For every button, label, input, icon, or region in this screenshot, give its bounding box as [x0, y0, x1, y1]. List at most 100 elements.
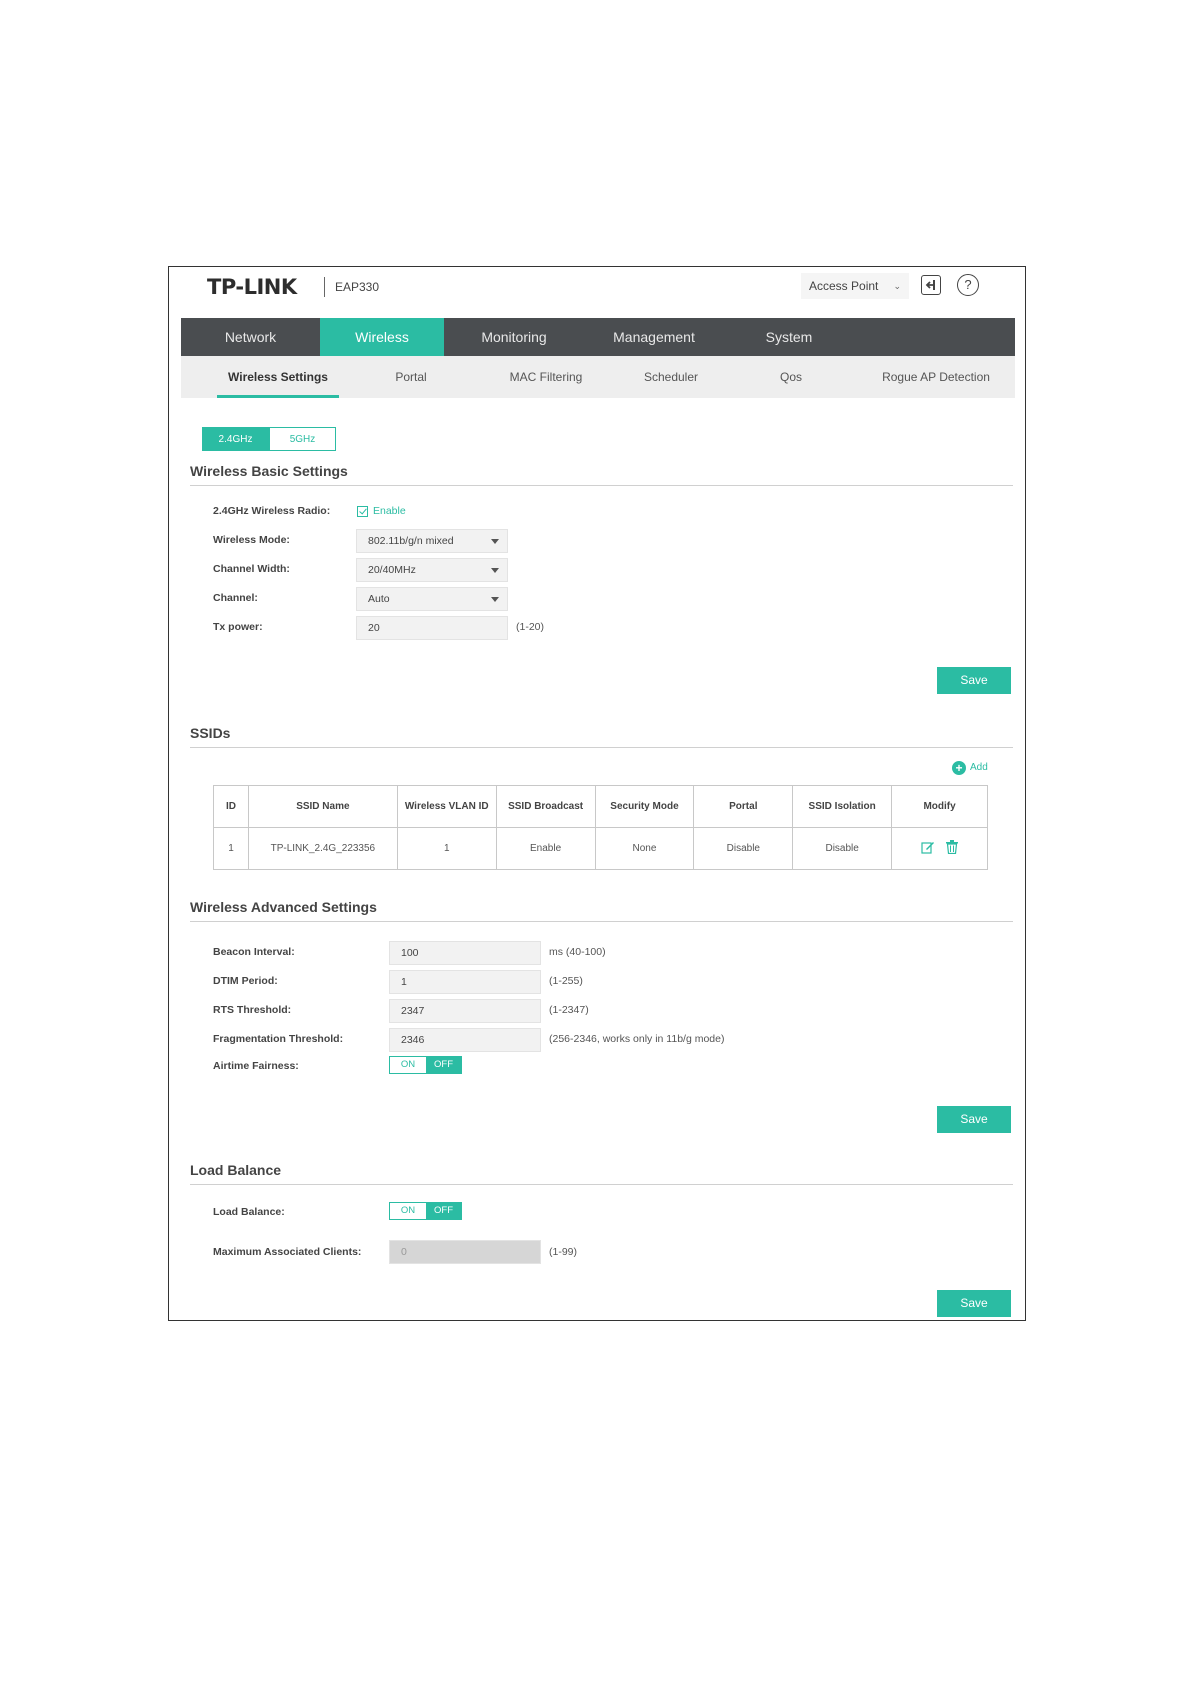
enable-checkbox[interactable]: [357, 506, 368, 517]
load-balance-label: Load Balance:: [213, 1206, 285, 1218]
dtim-period-label: DTIM Period:: [213, 975, 278, 987]
table-row: 1 TP-LINK_2.4G_223356 1 Enable None Disa…: [213, 827, 988, 870]
toggle-on[interactable]: ON: [390, 1203, 426, 1219]
tx-power-label: Tx power:: [213, 621, 263, 633]
top-bar: TP-LINK EAP330 Access Point ⌄ ?: [181, 267, 1015, 319]
wireless-mode-value: 802.11b/g/n mixed: [368, 535, 454, 547]
airtime-fairness-label: Airtime Fairness:: [213, 1060, 299, 1072]
caret-down-icon: [491, 539, 499, 544]
cell-vlan-id: 1: [396, 827, 497, 870]
nav-system[interactable]: System: [724, 318, 854, 356]
nav-management[interactable]: Management: [584, 318, 724, 356]
col-security-mode: Security Mode: [594, 785, 695, 828]
channel-value: Auto: [368, 593, 390, 605]
add-label: Add: [970, 762, 988, 773]
beacon-interval-label: Beacon Interval:: [213, 946, 295, 958]
max-clients-label: Maximum Associated Clients:: [213, 1246, 362, 1258]
tab-2-4ghz[interactable]: 2.4GHz: [202, 427, 269, 451]
col-ssid-name: SSID Name: [247, 785, 398, 828]
save-load-balance-button[interactable]: Save: [937, 1290, 1011, 1317]
tab-5ghz[interactable]: 5GHz: [269, 427, 336, 451]
tab-mac-filtering[interactable]: MAC Filtering: [486, 356, 606, 398]
channel-width-label: Channel Width:: [213, 563, 290, 575]
load-balance-toggle[interactable]: ON OFF: [389, 1202, 462, 1220]
rts-threshold-input[interactable]: 2347: [389, 999, 541, 1023]
cell-broadcast: Enable: [495, 827, 596, 870]
cell-ssid-name: TP-LINK_2.4G_223356: [247, 827, 398, 870]
mode-select[interactable]: Access Point ⌄: [801, 273, 909, 299]
section-title-basic: Wireless Basic Settings: [190, 463, 348, 479]
fragmentation-threshold-label: Fragmentation Threshold:: [213, 1033, 344, 1045]
brand-logo: TP-LINK: [207, 275, 297, 299]
airtime-fairness-toggle[interactable]: ON OFF: [389, 1056, 462, 1074]
channel-width-select[interactable]: 20/40MHz: [356, 558, 508, 582]
tx-power-input[interactable]: 20: [356, 616, 508, 640]
toggle-off[interactable]: OFF: [426, 1057, 461, 1073]
section-title-load-balance: Load Balance: [190, 1162, 282, 1178]
section-divider: [190, 747, 1013, 748]
dtim-period-input[interactable]: 1: [389, 970, 541, 994]
logout-icon[interactable]: [921, 275, 941, 295]
rts-threshold-hint: (1-2347): [549, 1004, 589, 1016]
rts-threshold-label: RTS Threshold:: [213, 1004, 292, 1016]
table-header-row: ID SSID Name Wireless VLAN ID SSID Broad…: [213, 785, 988, 828]
caret-down-icon: [491, 597, 499, 602]
col-portal: Portal: [693, 785, 794, 828]
channel-label: Channel:: [213, 592, 258, 604]
save-advanced-button[interactable]: Save: [937, 1106, 1011, 1133]
chevron-down-icon: ⌄: [893, 281, 901, 291]
beacon-interval-input[interactable]: 100: [389, 941, 541, 965]
cell-modify: [891, 827, 988, 870]
cell-security: None: [594, 827, 695, 870]
fragmentation-threshold-hint: (256-2346, works only in 11b/g mode): [549, 1033, 725, 1045]
edit-icon[interactable]: [921, 840, 935, 857]
logo-divider: [324, 277, 325, 297]
col-vlan-id: Wireless VLAN ID: [396, 785, 497, 828]
max-clients-input[interactable]: 0: [389, 1240, 541, 1264]
mode-select-value: Access Point: [809, 279, 879, 293]
ssid-table: ID SSID Name Wireless VLAN ID SSID Broad…: [213, 785, 988, 870]
section-title-advanced: Wireless Advanced Settings: [190, 899, 377, 915]
nav-wireless[interactable]: Wireless: [320, 318, 444, 356]
radio-label: 2.4GHz Wireless Radio:: [213, 505, 331, 517]
main-nav: Network Wireless Monitoring Management S…: [181, 318, 1015, 356]
tx-power-hint: (1-20): [516, 621, 545, 633]
channel-width-value: 20/40MHz: [368, 564, 416, 576]
tab-scheduler[interactable]: Scheduler: [621, 356, 721, 398]
wireless-mode-select[interactable]: 802.11b/g/n mixed: [356, 529, 508, 553]
toggle-on[interactable]: ON: [390, 1057, 426, 1073]
tab-portal[interactable]: Portal: [376, 356, 446, 398]
col-id: ID: [213, 785, 249, 828]
col-ssid-broadcast: SSID Broadcast: [495, 785, 596, 828]
caret-down-icon: [491, 568, 499, 573]
wireless-mode-label: Wireless Mode:: [213, 534, 290, 546]
beacon-interval-hint: ms (40-100): [549, 946, 606, 958]
cell-isolation: Disable: [792, 827, 893, 870]
cell-id: 1: [213, 827, 249, 870]
toggle-off[interactable]: OFF: [426, 1203, 461, 1219]
col-modify: Modify: [891, 785, 988, 828]
channel-select[interactable]: Auto: [356, 587, 508, 611]
app-window: TP-LINK EAP330 Access Point ⌄ ? Network …: [168, 266, 1026, 1321]
col-ssid-isolation: SSID Isolation: [792, 785, 893, 828]
help-icon[interactable]: ?: [957, 274, 979, 296]
enable-checkbox-label: Enable: [373, 505, 406, 517]
section-divider: [190, 1184, 1013, 1185]
dtim-period-hint: (1-255): [549, 975, 583, 987]
device-model: EAP330: [335, 280, 380, 294]
tab-rogue-ap-detection[interactable]: Rogue AP Detection: [861, 356, 1011, 398]
tab-qos[interactable]: Qos: [751, 356, 831, 398]
max-clients-hint: (1-99): [549, 1246, 578, 1258]
fragmentation-threshold-input[interactable]: 2346: [389, 1028, 541, 1052]
save-basic-button[interactable]: Save: [937, 667, 1011, 694]
nav-network[interactable]: Network: [181, 318, 320, 356]
tab-wireless-settings[interactable]: Wireless Settings: [217, 356, 339, 398]
section-title-ssids: SSIDs: [190, 725, 231, 741]
section-divider: [190, 921, 1013, 922]
cell-portal: Disable: [693, 827, 794, 870]
section-divider: [190, 485, 1013, 486]
trash-icon[interactable]: [945, 840, 958, 857]
sub-nav: Wireless Settings Portal MAC Filtering S…: [181, 356, 1015, 398]
nav-monitoring[interactable]: Monitoring: [444, 318, 584, 356]
plus-circle-icon: +: [952, 761, 966, 775]
